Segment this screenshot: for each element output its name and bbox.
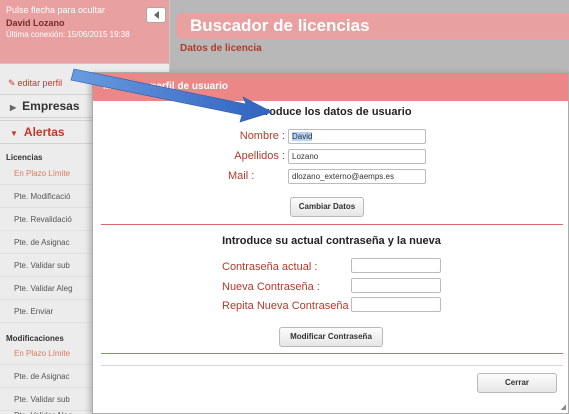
resize-grip-icon[interactable]: ◢	[561, 403, 566, 411]
nombre-input[interactable]: David	[288, 129, 426, 144]
new-password-input[interactable]	[351, 278, 441, 293]
mail-input[interactable]: dlozano_externo@aemps.es	[288, 169, 426, 184]
edit-profile-label: editar perfil	[17, 78, 63, 88]
repeat-password-label: Repita Nueva Contraseña :	[222, 300, 355, 312]
hide-sidebar-hint: Pulse flecha para ocultar	[6, 5, 106, 15]
apellidos-input[interactable]: Lozano	[288, 149, 426, 164]
collapse-sidebar-button[interactable]	[146, 7, 166, 23]
edit-profile-dialog: Modificar perfil de usuario Introduce lo…	[92, 72, 569, 414]
nombre-value: David	[292, 132, 313, 141]
modificaciones-section-title: Modificaciones	[6, 334, 64, 343]
page-title: Buscador de licencias	[176, 13, 569, 39]
menu-empresas-label: Empresas	[22, 99, 80, 113]
section-divider	[101, 224, 563, 225]
menu-alertas-label: Alertas	[23, 125, 65, 139]
last-login: Última conexión: 15/06/2015 19:38	[6, 30, 130, 39]
page-subtitle: Datos de licencia	[180, 43, 262, 54]
chevron-right-icon: ▶	[10, 103, 17, 112]
edit-profile-link[interactable]: ✎ editar perfil	[8, 78, 62, 89]
current-password-label: Contraseña actual :	[222, 261, 318, 273]
change-data-button[interactable]: Cambiar Datos	[290, 197, 364, 217]
chevron-left-icon	[153, 11, 159, 19]
section-divider	[101, 353, 563, 354]
nombre-label: Nombre :	[239, 130, 285, 142]
sidebar-header: Pulse flecha para ocultar David Lozano Ú…	[0, 0, 169, 64]
user-data-section-title: Introduce los datos de usuario	[251, 106, 412, 118]
mail-label: Mail :	[228, 170, 255, 182]
close-button[interactable]: Cerrar	[477, 373, 557, 393]
apellidos-label: Apellidos :	[234, 150, 285, 162]
pencil-icon: ✎	[8, 78, 16, 88]
user-name: David Lozano	[6, 18, 65, 28]
licencias-section-title: Licencias	[6, 153, 43, 162]
footer-divider	[101, 365, 563, 366]
chevron-down-icon: ▼	[10, 129, 18, 138]
current-password-input[interactable]	[351, 258, 441, 273]
password-section-title: Introduce su actual contraseña y la nuev…	[222, 235, 441, 247]
change-password-button[interactable]: Modificar Contraseña	[279, 327, 383, 347]
new-password-label: Nueva Contraseña :	[222, 281, 320, 293]
repeat-password-input[interactable]	[351, 297, 441, 312]
dialog-title: Modificar perfil de usuario	[93, 73, 568, 101]
